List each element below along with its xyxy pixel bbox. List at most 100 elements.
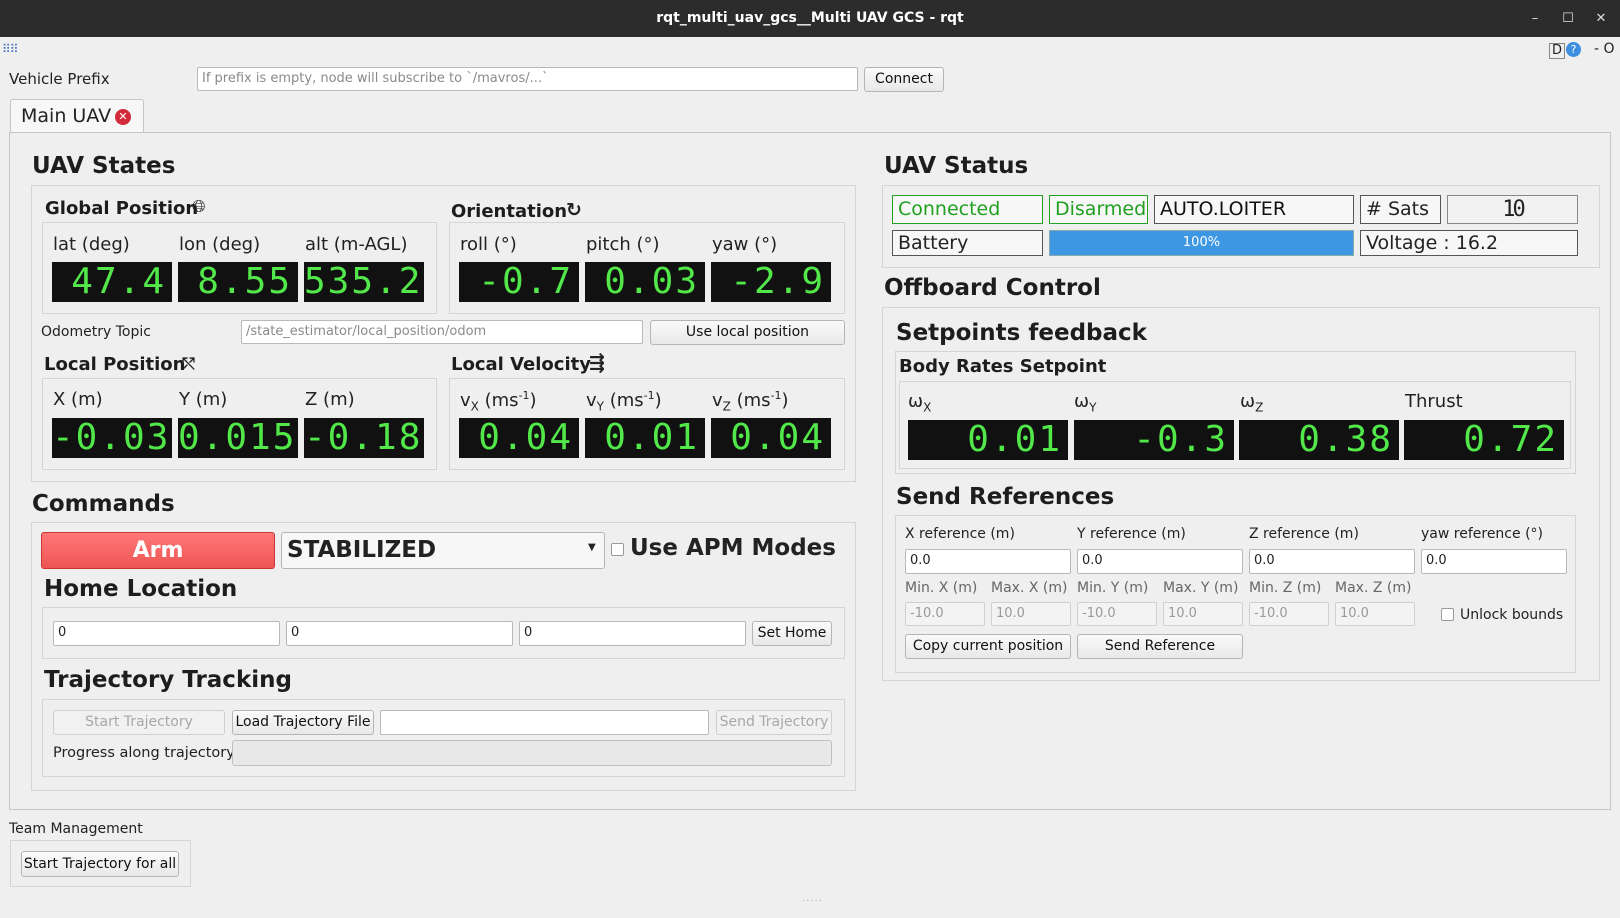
battery-bar: 100% [1049, 230, 1354, 256]
odometry-topic-input[interactable]: /state_estimator/local_position/odom [241, 320, 643, 344]
x-display: -0.03 [52, 418, 172, 458]
dash-o-label[interactable]: - O [1594, 41, 1615, 57]
mode-select[interactable]: STABILIZED ▼ [281, 532, 605, 569]
vz-display: 0.04 [711, 418, 831, 458]
help-icon[interactable]: ? [1566, 42, 1581, 57]
tab-close-icon[interactable]: ✕ [115, 109, 131, 125]
pitch-display: 0.03 [585, 262, 705, 302]
home-y-input[interactable]: 0 [286, 621, 513, 646]
x-header: X (m) [53, 389, 103, 410]
wy-display: -0.3 [1074, 420, 1234, 460]
vz-header: vZ (ms-1) [712, 389, 789, 414]
lat-display: 47.4 [52, 262, 172, 302]
vy-header: vY (ms-1) [586, 389, 662, 414]
sats-label: # Sats [1360, 195, 1441, 224]
max-z-label: Max. Z (m) [1335, 580, 1412, 596]
wy-header: ωY [1074, 391, 1097, 415]
velocity-icon: ⇶ [589, 352, 605, 374]
use-local-position-button[interactable]: Use local position [650, 320, 845, 345]
setpoints-feedback-title: Setpoints feedback [896, 320, 1147, 346]
start-trajectory-button[interactable]: Start Trajectory [53, 710, 225, 735]
maximize-button[interactable]: ☐ [1551, 0, 1585, 37]
min-z-input[interactable]: -10.0 [1249, 602, 1329, 626]
arm-button[interactable]: Arm [41, 532, 275, 569]
send-references-title: Send References [896, 484, 1115, 510]
lat-header: lat (deg) [53, 234, 130, 255]
lon-header: lon (deg) [179, 234, 261, 255]
vehicle-prefix-input[interactable]: If prefix is empty, node will subscribe … [197, 67, 858, 91]
wz-display: 0.38 [1239, 420, 1399, 460]
globe-icon: 🌐︎ [192, 197, 206, 217]
close-button[interactable]: ✕ [1584, 0, 1618, 37]
x-reference-input[interactable]: 0.0 [905, 549, 1071, 574]
min-y-label: Min. Y (m) [1077, 580, 1149, 596]
tab-label: Main UAV [21, 105, 112, 127]
trajectory-file-input[interactable] [380, 710, 709, 735]
max-z-input[interactable]: 10.0 [1335, 602, 1415, 626]
vy-display: 0.01 [585, 418, 705, 458]
z-display: -0.18 [304, 418, 424, 458]
body-rates-title: Body Rates Setpoint [899, 356, 1107, 377]
start-trajectory-all-button[interactable]: Start Trajectory for all [21, 851, 179, 877]
progress-label: Progress along trajectory [53, 745, 235, 761]
connect-button[interactable]: Connect [864, 67, 944, 92]
roll-display: -0.7 [459, 262, 579, 302]
trajectory-progress-bar [232, 740, 832, 766]
min-x-input[interactable]: -10.0 [905, 602, 985, 626]
alt-header: alt (m-AGL) [305, 234, 408, 255]
unlock-bounds-label: Unlock bounds [1460, 607, 1564, 623]
chevron-down-icon: ▼ [588, 542, 596, 553]
min-y-input[interactable]: -10.0 [1077, 602, 1157, 626]
z-header: Z (m) [305, 389, 355, 410]
offboard-control-title: Offboard Control [884, 275, 1101, 301]
roll-header: roll (°) [460, 234, 517, 255]
thrust-display: 0.72 [1404, 420, 1564, 460]
local-velocity-title: Local Velocity [451, 354, 591, 375]
orientation-title: Orientation [451, 201, 568, 222]
home-x-input[interactable]: 0 [53, 621, 280, 646]
vx-header: vX (ms-1) [460, 389, 537, 414]
sats-display: 10 [1447, 195, 1578, 224]
trajectory-tracking-title: Trajectory Tracking [44, 667, 292, 693]
home-location-title: Home Location [44, 576, 238, 602]
wz-header: ωZ [1240, 391, 1264, 415]
yaw-display: -2.9 [711, 262, 831, 302]
window-titlebar: rqt_multi_uav_gcs__Multi UAV GCS - rqt –… [0, 0, 1620, 37]
grip-icon[interactable]: ⠿⠿ [2, 42, 19, 56]
max-x-input[interactable]: 10.0 [991, 602, 1071, 626]
team-management-label: Team Management [9, 821, 143, 837]
armed-status: Disarmed [1049, 195, 1148, 224]
yaw-reference-input[interactable]: 0.0 [1421, 549, 1567, 574]
home-z-input[interactable]: 0 [519, 621, 746, 646]
load-trajectory-button[interactable]: Load Trajectory File [232, 710, 374, 735]
send-reference-button[interactable]: Send Reference [1077, 634, 1243, 659]
uav-status-title: UAV Status [884, 153, 1029, 179]
x-reference-label: X reference (m) [905, 526, 1015, 542]
yaw-reference-label: yaw reference (°) [1421, 526, 1543, 542]
max-y-label: Max. Y (m) [1163, 580, 1239, 596]
local-position-title: Local Position [44, 354, 186, 375]
send-trajectory-button[interactable]: Send Trajectory [716, 710, 832, 735]
minimize-button[interactable]: – [1518, 0, 1552, 37]
window-title: rqt_multi_uav_gcs__Multi UAV GCS - rqt [656, 10, 964, 26]
unlock-bounds-checkbox[interactable] [1441, 608, 1454, 621]
min-x-label: Min. X (m) [905, 580, 978, 596]
mode-select-value: STABILIZED [287, 537, 437, 563]
y-reference-input[interactable]: 0.0 [1077, 549, 1243, 574]
wx-header: ωX [908, 391, 932, 415]
apm-modes-checkbox[interactable] [611, 543, 624, 556]
z-reference-input[interactable]: 0.0 [1249, 549, 1415, 574]
wx-display: 0.01 [908, 420, 1068, 460]
vx-display: 0.04 [459, 418, 579, 458]
d-label[interactable]: D [1549, 43, 1566, 59]
pitch-header: pitch (°) [586, 234, 660, 255]
set-home-button[interactable]: Set Home [752, 621, 832, 646]
tab-main-uav[interactable]: Main UAV ✕ [10, 99, 144, 133]
z-reference-label: Z reference (m) [1249, 526, 1359, 542]
copy-current-position-button[interactable]: Copy current position [905, 634, 1071, 659]
max-y-input[interactable]: 10.0 [1163, 602, 1243, 626]
max-x-label: Max. X (m) [991, 580, 1068, 596]
voltage-status: Voltage : 16.2 [1360, 230, 1578, 256]
resize-grip-icon[interactable]: ..... [802, 893, 823, 904]
battery-percent-text: 100% [1182, 235, 1221, 250]
